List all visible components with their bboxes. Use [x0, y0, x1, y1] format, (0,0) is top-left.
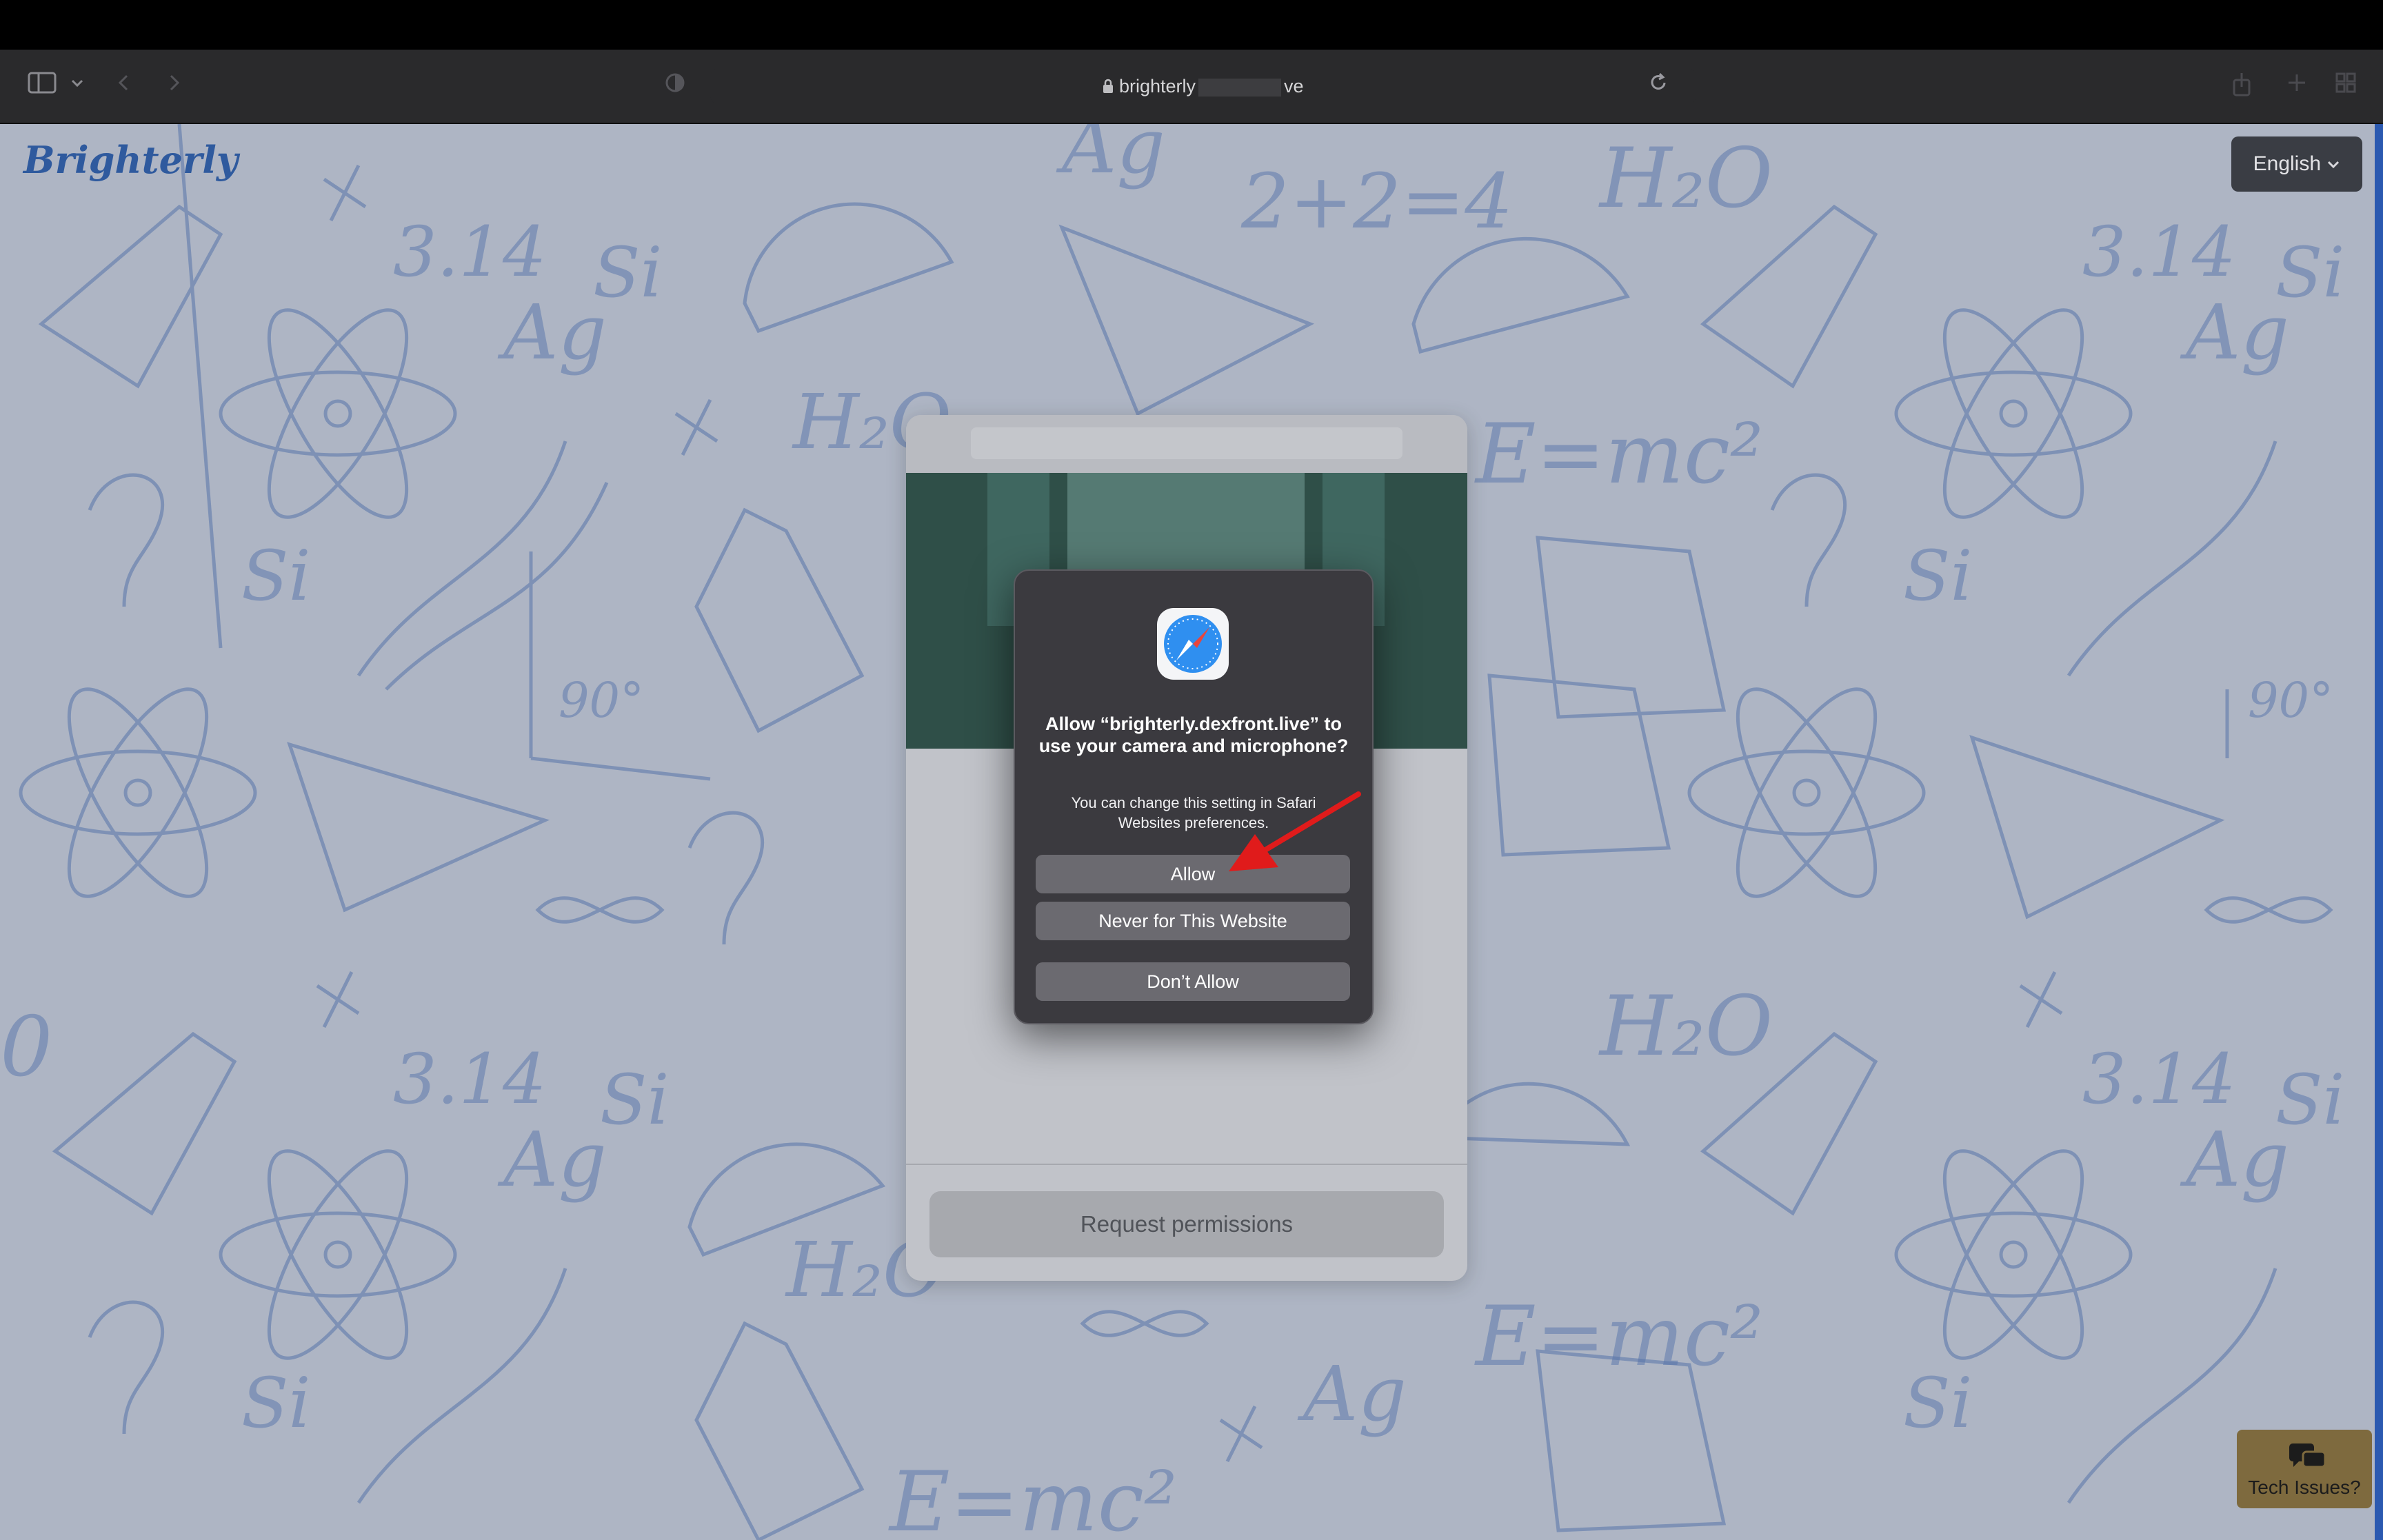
- dont-allow-button[interactable]: Don’t Allow: [1036, 962, 1350, 1001]
- safari-compass-icon: [1156, 607, 1230, 681]
- chevron-down-icon: [2326, 152, 2340, 175]
- chevron-down-icon[interactable]: [70, 72, 84, 100]
- privacy-icon[interactable]: [665, 72, 685, 100]
- sidebar-icon[interactable]: [28, 72, 57, 100]
- never-for-this-website-button[interactable]: Never for This Website: [1036, 902, 1350, 940]
- window-edge-strip: [2375, 124, 2383, 1540]
- lock-icon: [1103, 76, 1119, 97]
- dialog-title: Allow “brighterly.dexfront.live” to use …: [1038, 713, 1349, 756]
- url-prefix: brighterly: [1118, 76, 1196, 97]
- tech-issues-label: Tech Issues?: [2248, 1477, 2361, 1498]
- tech-issues-button[interactable]: Tech Issues?: [2237, 1430, 2372, 1508]
- menu-bar: [0, 0, 2383, 50]
- language-selector[interactable]: English: [2231, 136, 2362, 192]
- back-icon[interactable]: [116, 72, 132, 100]
- red-arrow-annotation: [1229, 791, 1361, 871]
- forward-icon[interactable]: [165, 72, 182, 100]
- card-divider: [906, 1164, 1467, 1165]
- address-bar[interactable]: brighterly ve: [710, 68, 1696, 105]
- language-label: English: [2253, 152, 2322, 175]
- tab-overview-icon[interactable]: [2335, 72, 2357, 100]
- new-tab-icon[interactable]: [2286, 72, 2307, 100]
- card-url-illustration: [971, 427, 1402, 459]
- request-permissions-button[interactable]: Request permissions: [929, 1191, 1444, 1257]
- reload-icon[interactable]: [1648, 72, 1669, 100]
- url-display[interactable]: brighterly ve: [710, 73, 1696, 99]
- chat-icon: [2288, 1442, 2326, 1472]
- url-suffix: ve: [1284, 76, 1304, 97]
- share-icon[interactable]: [2231, 72, 2252, 103]
- url-redaction: [1198, 78, 1282, 97]
- card-browser-illustration: [906, 415, 1467, 473]
- brighterly-logo[interactable]: Brighterly: [23, 138, 238, 182]
